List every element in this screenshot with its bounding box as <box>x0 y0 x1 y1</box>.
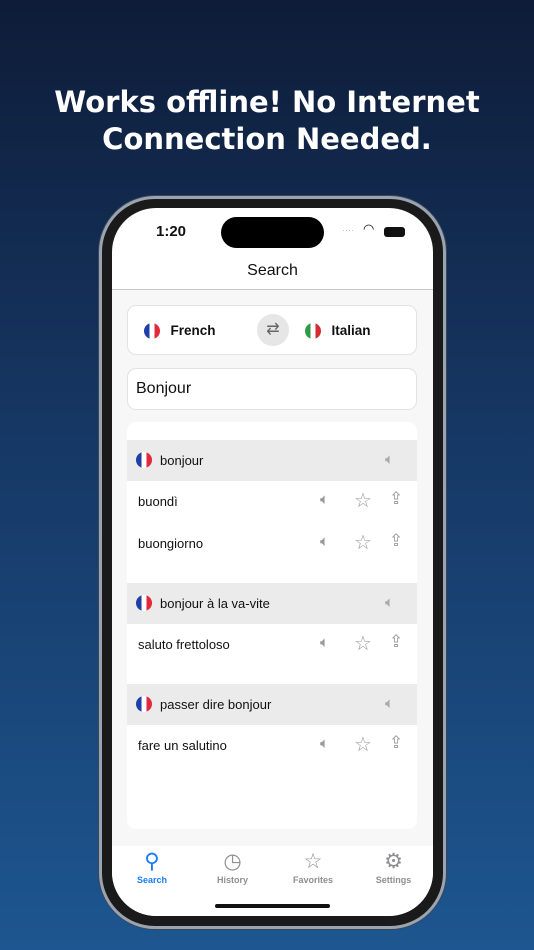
star-icon[interactable]: ☆ <box>354 530 372 555</box>
tab-label: Search <box>136 875 168 885</box>
speaker-icon[interactable]: 🔈︎ <box>385 695 394 712</box>
source-language-button[interactable]: French <box>144 322 215 340</box>
translation-text: buondì <box>138 494 178 509</box>
home-indicator <box>215 904 330 908</box>
result-term: bonjour <box>160 453 204 468</box>
speaker-icon[interactable]: 🔈︎ <box>320 634 329 651</box>
signal-icon: ···· <box>342 225 354 235</box>
star-icon[interactable]: ☆ <box>354 732 372 757</box>
share-icon[interactable]: ⇪ <box>389 632 403 652</box>
tab-label: Favorites <box>292 875 334 885</box>
tab-label: Settings <box>375 875 412 885</box>
swap-languages-button[interactable]: ⇄ <box>257 314 289 346</box>
speaker-icon[interactable]: 🔈︎ <box>320 491 329 508</box>
results-list: bonjour 🔈︎ buondì 🔈︎ ☆ ⇪ buongiorno 🔈︎ ☆… <box>127 422 417 829</box>
translation-text: saluto frettoloso <box>138 637 230 652</box>
tab-history[interactable]: ◷ History <box>193 849 273 885</box>
star-icon[interactable]: ☆ <box>354 488 372 513</box>
speaker-icon[interactable]: 🔈︎ <box>385 451 394 468</box>
magnifier-icon: ⚲ <box>144 850 160 873</box>
french-flag-icon <box>144 322 160 339</box>
search-input[interactable]: Bonjour <box>127 368 417 410</box>
share-icon[interactable]: ⇪ <box>389 531 403 551</box>
tab-favorites[interactable]: ☆ Favorites <box>273 849 353 885</box>
tab-label: History <box>216 875 248 885</box>
translation-row[interactable]: buondì 🔈︎ ☆ ⇪ <box>127 481 417 522</box>
translation-text: fare un salutino <box>138 738 227 753</box>
translation-row[interactable]: saluto frettoloso 🔈︎ ☆ ⇪ <box>127 624 417 665</box>
battery-icon <box>384 227 405 237</box>
star-icon: ☆ <box>303 850 323 873</box>
translation-row[interactable]: fare un salutino 🔈︎ ☆ ⇪ <box>127 725 417 766</box>
headline-line-1: Works offline! No Internet <box>54 85 480 119</box>
wifi-icon: ◠ <box>363 221 375 236</box>
share-icon[interactable]: ⇪ <box>389 733 403 753</box>
target-language-button[interactable]: Italian <box>305 322 370 340</box>
gear-icon: ⚙ <box>384 850 403 873</box>
page-title: Search <box>247 262 298 279</box>
tab-settings[interactable]: ⚙ Settings <box>354 849 434 885</box>
result-term-row[interactable]: passer dire bonjour 🔈︎ <box>127 684 417 725</box>
italian-flag-icon <box>305 322 321 339</box>
content-area: French ⇄ Italian Bonjour bonjour 🔈︎ buon… <box>112 289 433 846</box>
french-flag-icon <box>136 696 152 712</box>
french-flag-icon <box>136 595 152 611</box>
french-flag-icon <box>136 452 152 468</box>
phone-screen: 1:20 ···· ◠ Search French ⇄ Italian Bonj… <box>112 208 433 916</box>
result-term: bonjour à la va-vite <box>160 596 270 611</box>
source-language-label: French <box>170 323 216 338</box>
status-time: 1:20 <box>156 223 187 240</box>
result-term: passer dire bonjour <box>160 697 272 712</box>
clock-icon: ◷ <box>223 850 242 873</box>
translation-row[interactable]: buongiorno 🔈︎ ☆ ⇪ <box>127 523 417 564</box>
tab-search[interactable]: ⚲ Search <box>112 849 192 885</box>
result-term-row[interactable]: bonjour à la va-vite 🔈︎ <box>127 583 417 624</box>
result-term-row[interactable]: bonjour 🔈︎ <box>127 440 417 481</box>
language-selector: French ⇄ Italian <box>127 305 417 355</box>
speaker-icon[interactable]: 🔈︎ <box>320 533 329 550</box>
speaker-icon[interactable]: 🔈︎ <box>385 594 394 611</box>
share-icon[interactable]: ⇪ <box>389 489 403 509</box>
speaker-icon[interactable]: 🔈︎ <box>320 735 329 752</box>
headline-line-2: Connection Needed. <box>102 122 432 156</box>
star-icon[interactable]: ☆ <box>354 631 372 656</box>
dynamic-island <box>221 217 324 248</box>
translation-text: buongiorno <box>138 536 204 551</box>
headline: Works offline! No Internet Connection Ne… <box>0 84 534 158</box>
target-language-label: Italian <box>331 323 371 338</box>
